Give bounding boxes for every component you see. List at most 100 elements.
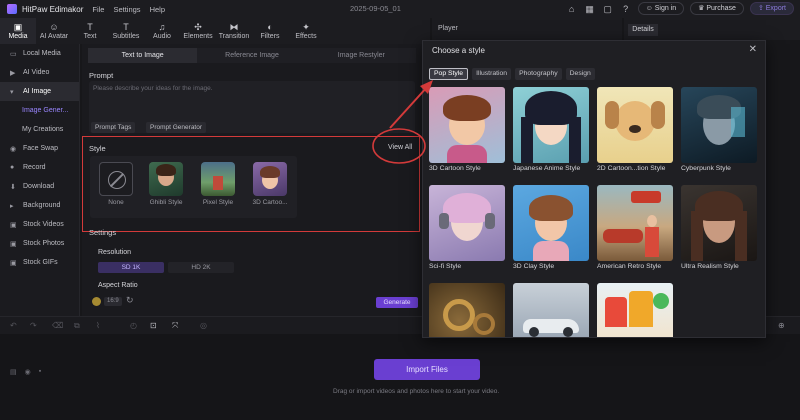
style-card-japanese-anime[interactable]: Japanese Anime Style [513,87,589,172]
sidebar-item-face-swap[interactable]: ◉ Face Swap [0,139,79,158]
style-option-pixel[interactable]: Pixel Style [200,162,236,206]
style-card-futuristic-car[interactable] [513,283,589,337]
text-box-icon[interactable]: ⊡ [150,321,157,330]
import-hint: Drag or import videos and photos here to… [333,388,500,395]
delete-icon[interactable]: ⌫ [52,321,63,330]
resolution-hd-button[interactable]: HD 2K [168,262,234,273]
help-icon[interactable]: ? [620,3,632,15]
style-thumbnail [429,87,505,163]
sidebar-item-record[interactable]: ● Record [0,158,79,177]
chat-icon[interactable]: ▢ [602,3,614,15]
style-card-ultra-realism[interactable]: Ultra Realism Style [681,185,757,270]
tab-details[interactable]: Details [628,24,658,36]
menu-settings[interactable]: Settings [113,5,140,14]
lock-icon[interactable]: ▪ [39,368,41,376]
cartoon-thumbnail [253,162,287,196]
tool-subtitles[interactable]: T Subtitles [108,18,144,44]
menu-file[interactable]: File [92,5,104,14]
sidebar-item-image-generator[interactable]: Image Gener... [0,101,79,120]
tab-photography[interactable]: Photography [515,68,562,80]
sidebar-item-ai-image[interactable]: ▾ AI Image [0,82,79,101]
style-option-none[interactable]: None [98,162,134,206]
track-icon[interactable]: ▤ [10,368,17,376]
style-card-label: 3D Clay Style [513,263,555,270]
transform-icon[interactable]: ⤧ [172,321,178,331]
tool-transition[interactable]: ⧓ Transition [216,18,252,44]
tool-text[interactable]: T Text [72,18,108,44]
tab-illustration[interactable]: Illustration [472,68,512,80]
tab-reference-image[interactable]: Reference Image [197,48,306,63]
sidebar-item-ai-video[interactable]: ▶ AI Video [0,63,79,82]
export-label: Export [765,5,786,12]
sidebar-item-background[interactable]: ▸ Background [0,196,79,215]
style-card-3d-cartoon[interactable]: 3D Cartoon Style [429,87,505,172]
aspect-ratio-value[interactable]: 16:9 [104,297,122,306]
tab-design[interactable]: Design [565,68,595,80]
tool-label: Transition [218,33,250,40]
sidebar-item-label: Record [23,164,46,171]
freeze-icon[interactable]: ◎ [200,321,207,330]
gift-icon[interactable]: ⌂ [566,3,578,15]
style-option-ghibli[interactable]: Ghibli Style [148,162,184,206]
tool-elements[interactable]: ✣ Elements [180,18,216,44]
stock-gifs-icon: ▣ [10,259,17,267]
purchase-button[interactable]: ♛ Purchase [690,2,744,15]
close-icon[interactable]: ✕ [749,44,757,55]
audio-track-icon[interactable]: ◉ [25,368,31,376]
style-thumbnail [513,283,589,337]
zoom-icon[interactable]: ⊕ [778,321,785,330]
tab-image-restyler[interactable]: Image Restyler [307,48,416,63]
tool-label: Media [8,33,28,40]
grid-icon[interactable]: ▦ [584,3,596,15]
tool-audio[interactable]: ♫ Audio [144,18,180,44]
sidebar-item-local-media[interactable]: ▭ Local Media [0,44,79,63]
style-card-label: Ultra Realism Style [681,263,739,270]
style-options: None Ghibli Style Pixel Style 3D Cartoo.… [90,156,297,218]
resolution-sd-button[interactable]: SD 1K [98,262,164,273]
dialog-title: Choose a style [432,46,485,55]
stock-photos-icon: ▣ [10,240,17,248]
redo-icon[interactable]: ↷ [30,321,37,330]
title-bar: HitPaw Edimakor File Settings Help 2025-… [0,0,800,18]
sidebar-item-stock-gifs[interactable]: ▣ Stock GIFs [0,253,79,272]
sidebar-item-download[interactable]: ⬇ Download [0,177,79,196]
export-button[interactable]: ⇪ Export [749,2,794,15]
speed-icon[interactable]: ◴ [130,321,137,330]
style-option-label: Ghibli Style [149,199,183,206]
style-card-3d-clay[interactable]: 3D Clay Style [513,185,589,270]
refresh-icon[interactable]: ↻ [126,295,134,306]
crop-icon[interactable]: ⧉ [74,321,80,331]
generate-button[interactable]: Generate [376,297,418,308]
import-files-button[interactable]: Import Files [374,359,480,380]
style-option-3d-cartoon[interactable]: 3D Cartoo... [252,162,288,206]
style-thumbnail [429,185,505,261]
view-all-link[interactable]: View All [388,144,412,151]
style-card-cyberpunk[interactable]: Cyberpunk Style [681,87,757,172]
prompt-generator-button[interactable]: Prompt Generator [146,122,207,133]
sign-in-button[interactable]: ☺ Sign in [637,2,685,15]
prompt-tags-button[interactable]: Prompt Tags [91,122,136,133]
tool-filters[interactable]: ◐ Filters [252,18,288,44]
style-card-flat-illustration[interactable] [597,283,673,337]
subtitles-icon: T [123,22,129,32]
style-card-american-retro[interactable]: American Retro Style [597,185,673,270]
style-card-steampunk[interactable] [429,283,505,337]
style-card-sci-fi[interactable]: Sci-fi Style [429,185,505,270]
tool-ai-avatar[interactable]: ☺ AI Avatar [36,18,72,44]
sidebar-item-stock-photos[interactable]: ▣ Stock Photos [0,234,79,253]
tab-text-to-image[interactable]: Text to Image [88,48,198,63]
tool-label: Effects [295,33,317,40]
prompt-input[interactable]: Please describe your ideas for the image… [89,81,415,133]
background-icon: ▸ [10,202,14,210]
tool-media[interactable]: ▣ Media [0,18,36,44]
style-card-2d-cartoon[interactable]: 2D Cartoon...tion Style [597,87,673,172]
undo-icon[interactable]: ↶ [10,321,17,330]
style-option-label: Pixel Style [202,199,234,206]
sidebar-item-stock-videos[interactable]: ▣ Stock Videos [0,215,79,234]
tab-pop-style[interactable]: Pop Style [429,68,469,80]
tool-effects[interactable]: ✦ Effects [288,18,324,44]
sidebar-item-my-creations[interactable]: My Creations [0,120,79,139]
split-icon[interactable]: ⌇ [96,321,100,330]
video-icon: ▶ [10,69,16,77]
menu-help[interactable]: Help [150,5,165,14]
